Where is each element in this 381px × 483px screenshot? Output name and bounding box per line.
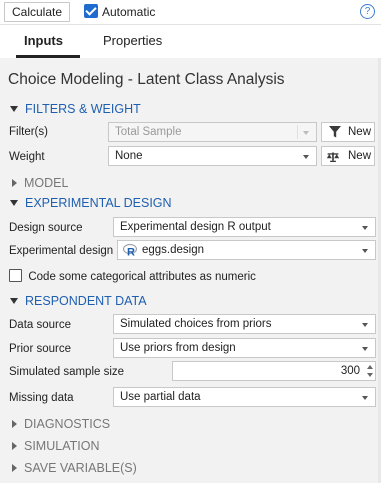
chevron-down-icon bbox=[303, 155, 309, 159]
design-source-value: Experimental design R output bbox=[120, 221, 271, 233]
data-source-value: Simulated choices from priors bbox=[120, 318, 272, 330]
new-label: New bbox=[348, 150, 372, 162]
missing-data-label: Missing data bbox=[9, 392, 74, 404]
section-respondent-data[interactable]: RESPONDENT DATA bbox=[10, 294, 147, 308]
section-label: FILTERS & WEIGHT bbox=[25, 102, 141, 116]
chevron-down-icon bbox=[362, 396, 368, 400]
section-diagnostics[interactable]: DIAGNOSTICS bbox=[10, 417, 110, 431]
checkbox-unchecked-icon[interactable] bbox=[9, 269, 22, 282]
new-filter-button[interactable]: New bbox=[321, 122, 375, 142]
experimental-design-label: Experimental design bbox=[9, 245, 114, 257]
chevron-down-icon bbox=[303, 131, 309, 135]
page-title: Choice Modeling - Latent Class Analysis bbox=[8, 71, 285, 88]
expand-triangle-icon bbox=[10, 298, 18, 304]
section-filters-weight[interactable]: FILTERS & WEIGHT bbox=[10, 102, 141, 116]
filters-select[interactable]: Total Sample bbox=[108, 122, 317, 142]
new-weight-button[interactable]: New bbox=[321, 146, 375, 166]
design-source-label: Design source bbox=[9, 222, 83, 234]
section-label: SAVE VARIABLE(S) bbox=[24, 461, 137, 475]
sample-size-input[interactable]: 300 bbox=[172, 361, 376, 381]
calculate-button[interactable]: Calculate bbox=[4, 2, 71, 22]
chevron-down-icon bbox=[362, 226, 368, 230]
missing-data-select[interactable]: Use partial data bbox=[113, 387, 376, 407]
section-experimental-design[interactable]: EXPERIMENTAL DESIGN bbox=[10, 196, 172, 210]
sample-size-label: Simulated sample size bbox=[9, 366, 125, 378]
collapse-triangle-icon bbox=[12, 420, 17, 428]
toolbar: Calculate Automatic ? bbox=[0, 0, 381, 25]
funnel-icon bbox=[329, 126, 341, 138]
section-label: MODEL bbox=[24, 176, 69, 190]
help-icon[interactable]: ? bbox=[360, 4, 375, 19]
code-numeric-checkbox[interactable]: Code some categorical attributes as nume… bbox=[9, 269, 256, 283]
tab-inputs[interactable]: Inputs bbox=[24, 33, 63, 48]
select-divider bbox=[297, 125, 298, 139]
weight-select[interactable]: None bbox=[108, 146, 317, 166]
svg-text:R: R bbox=[127, 247, 135, 258]
section-save-variables[interactable]: SAVE VARIABLE(S) bbox=[10, 461, 137, 475]
prior-source-label: Prior source bbox=[9, 343, 71, 355]
collapse-triangle-icon bbox=[12, 442, 17, 450]
expand-triangle-icon bbox=[10, 106, 18, 112]
section-label: DIAGNOSTICS bbox=[24, 417, 111, 431]
scale-icon bbox=[326, 152, 340, 163]
tab-properties[interactable]: Properties bbox=[103, 33, 162, 48]
sample-size-value: 300 bbox=[340, 365, 360, 377]
prior-source-select[interactable]: Use priors from design bbox=[113, 338, 376, 358]
design-source-select[interactable]: Experimental design R output bbox=[113, 217, 376, 237]
section-model[interactable]: MODEL bbox=[10, 176, 68, 190]
expand-triangle-icon bbox=[10, 200, 18, 206]
filters-label: Filter(s) bbox=[9, 126, 48, 138]
section-label: EXPERIMENTAL DESIGN bbox=[25, 196, 172, 210]
r-object-icon: R bbox=[123, 243, 137, 257]
experimental-design-value: eggs.design bbox=[142, 244, 205, 256]
chevron-down-icon bbox=[362, 249, 368, 253]
checkbox-checked-icon[interactable] bbox=[84, 4, 98, 18]
new-label: New bbox=[348, 126, 372, 138]
section-simulation[interactable]: SIMULATION bbox=[10, 439, 99, 453]
automatic-checkbox[interactable]: Automatic bbox=[84, 4, 155, 20]
code-numeric-label: Code some categorical attributes as nume… bbox=[28, 271, 256, 283]
data-source-select[interactable]: Simulated choices from priors bbox=[113, 314, 376, 334]
chevron-down-icon bbox=[362, 323, 368, 327]
data-source-label: Data source bbox=[9, 319, 72, 331]
collapse-triangle-icon bbox=[12, 464, 17, 472]
section-label: SIMULATION bbox=[24, 439, 100, 453]
tab-bar: Inputs Properties bbox=[0, 25, 381, 58]
collapse-triangle-icon bbox=[12, 179, 17, 187]
chevron-down-icon bbox=[362, 347, 368, 351]
experimental-design-select[interactable]: R eggs.design bbox=[117, 240, 376, 260]
missing-data-value: Use partial data bbox=[120, 391, 201, 403]
weight-value: None bbox=[115, 150, 143, 162]
inputs-panel: Choice Modeling - Latent Class Analysis … bbox=[0, 58, 381, 483]
prior-source-value: Use priors from design bbox=[120, 342, 236, 354]
filters-value: Total Sample bbox=[115, 126, 182, 138]
spin-down-icon[interactable] bbox=[367, 373, 373, 377]
automatic-label: Automatic bbox=[102, 5, 156, 19]
spin-up-icon[interactable] bbox=[367, 365, 373, 369]
weight-label: Weight bbox=[9, 151, 45, 163]
section-label: RESPONDENT DATA bbox=[25, 294, 147, 308]
